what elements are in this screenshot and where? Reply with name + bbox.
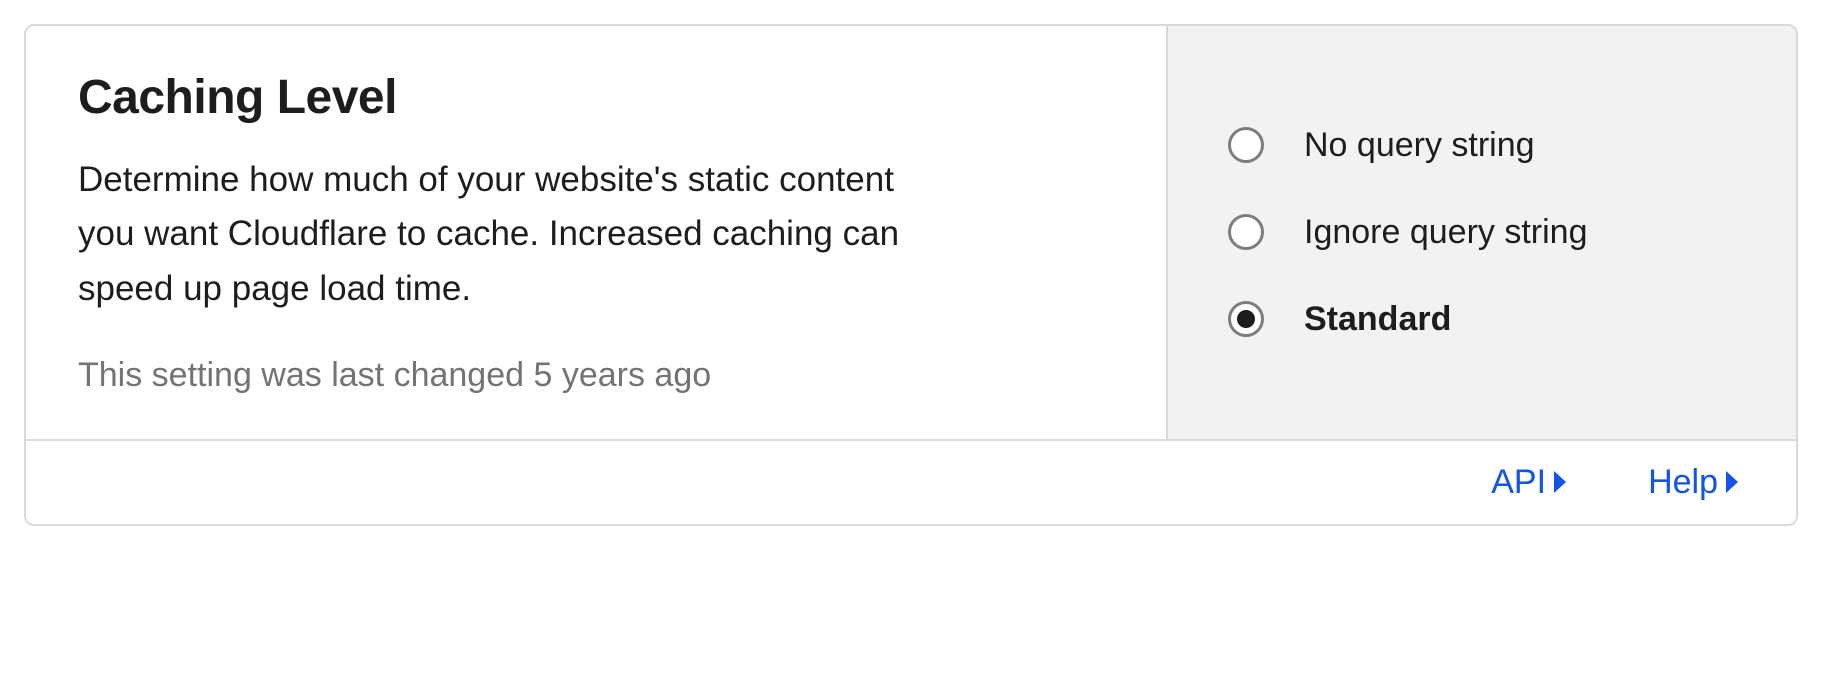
radio-icon	[1228, 214, 1264, 250]
api-link[interactable]: API	[1491, 463, 1568, 502]
radio-option-standard[interactable]: Standard	[1228, 300, 1736, 339]
radio-option-no-query-string[interactable]: No query string	[1228, 126, 1736, 165]
card-body: Caching Level Determine how much of your…	[26, 26, 1796, 439]
radio-label: Ignore query string	[1304, 213, 1588, 252]
api-link-label: API	[1491, 463, 1546, 502]
caret-right-icon	[1726, 471, 1740, 493]
radio-icon	[1228, 301, 1264, 337]
radio-label: No query string	[1304, 126, 1535, 165]
caching-level-options: No query string Ignore query string Stan…	[1166, 26, 1796, 439]
card-description: Determine how much of your website's sta…	[78, 153, 958, 316]
caret-right-icon	[1554, 471, 1568, 493]
card-footer: API Help	[26, 439, 1796, 524]
help-link-label: Help	[1648, 463, 1718, 502]
radio-option-ignore-query-string[interactable]: Ignore query string	[1228, 213, 1736, 252]
card-info: Caching Level Determine how much of your…	[26, 26, 1166, 439]
radio-icon	[1228, 127, 1264, 163]
card-title: Caching Level	[78, 70, 1114, 125]
radio-label: Standard	[1304, 300, 1451, 339]
caching-level-card: Caching Level Determine how much of your…	[24, 24, 1798, 526]
help-link[interactable]: Help	[1648, 463, 1740, 502]
card-last-changed: This setting was last changed 5 years ag…	[78, 356, 1114, 395]
